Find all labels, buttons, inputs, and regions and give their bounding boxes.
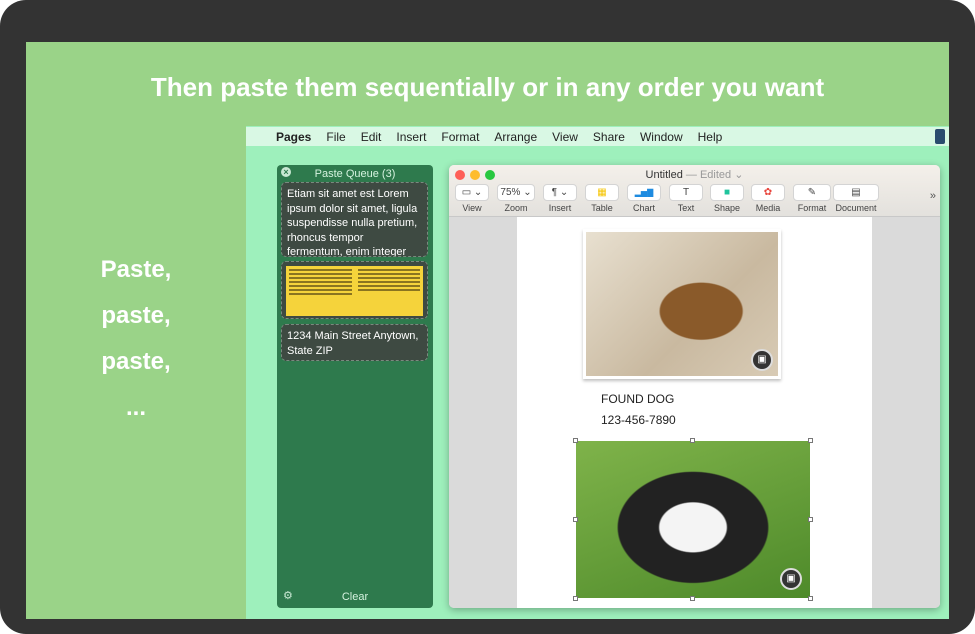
- edited-status[interactable]: — Edited ⌄: [686, 169, 744, 181]
- document-thumbnail: [286, 266, 423, 316]
- toolbar-media[interactable]: ✿ Media: [751, 184, 785, 213]
- headline: Then paste them sequentially or in any o…: [150, 72, 825, 102]
- toolbar-format[interactable]: ✎ Format: [793, 184, 831, 213]
- side-line: paste,: [101, 302, 171, 329]
- menu-app[interactable]: Pages: [276, 130, 311, 144]
- resize-handle[interactable]: [573, 517, 578, 522]
- clear-button[interactable]: Clear: [277, 591, 433, 603]
- document-canvas: ▣ FOUND DOG 123-456-7890 ▣: [449, 217, 940, 608]
- format-icon: ✎: [793, 184, 831, 201]
- menu-edit[interactable]: Edit: [361, 130, 382, 144]
- resize-handle[interactable]: [573, 438, 578, 443]
- paragraph-icon: ¶ ⌄: [543, 184, 577, 201]
- text-icon: T: [669, 184, 703, 201]
- resize-handle[interactable]: [690, 438, 695, 443]
- toolbar-overflow-button[interactable]: »: [930, 190, 936, 202]
- caption-phone[interactable]: 123-456-7890: [601, 413, 676, 427]
- window-title: Untitled — Edited ⌄: [449, 168, 940, 181]
- dog-image[interactable]: ▣: [573, 438, 813, 601]
- side-text: Paste, paste, paste, ...: [86, 247, 186, 431]
- document-page[interactable]: ▣ FOUND DOG 123-456-7890 ▣: [517, 217, 872, 608]
- side-line: Paste,: [100, 256, 172, 283]
- toolbar-view[interactable]: ▭ ⌄ View: [455, 184, 489, 213]
- toolbar-document[interactable]: ▤ Document: [833, 184, 879, 213]
- toolbar-shape[interactable]: ■ Shape: [710, 184, 744, 213]
- menu-share[interactable]: Share: [593, 130, 625, 144]
- device-frame: Then paste them sequentially or in any o…: [0, 0, 975, 634]
- pages-window: Untitled — Edited ⌄ ▭ ⌄ View 75% ⌄ Zoom ¶ …: [449, 165, 940, 608]
- close-icon[interactable]: ×: [281, 167, 291, 177]
- resize-handle[interactable]: [808, 517, 813, 522]
- caption-found-dog[interactable]: FOUND DOG: [601, 392, 674, 406]
- toolbar-label: Insert: [548, 203, 572, 213]
- side-line: paste,: [101, 348, 171, 375]
- giraffe-image[interactable]: ▣: [583, 229, 781, 379]
- toolbar-label: View: [462, 203, 482, 213]
- toolbar-label: Document: [835, 203, 877, 213]
- resize-handle[interactable]: [808, 596, 813, 601]
- resize-handle[interactable]: [573, 596, 578, 601]
- toolbar-zoom[interactable]: 75% ⌄ Zoom: [497, 184, 535, 213]
- side-line: ...: [125, 394, 146, 421]
- queue-item-document[interactable]: [281, 261, 428, 319]
- table-icon: ▦: [585, 184, 619, 201]
- media-placeholder-icon[interactable]: ▣: [780, 568, 802, 590]
- menu-arrange[interactable]: Arrange: [494, 130, 537, 144]
- document-name: Untitled: [645, 169, 683, 181]
- sidebar-icon: ▭ ⌄: [455, 184, 489, 201]
- document-icon: ▤: [833, 184, 879, 201]
- media-icon: ✿: [751, 184, 785, 201]
- zoom-select: 75% ⌄: [497, 184, 535, 201]
- queue-title: Paste Queue (3): [314, 168, 396, 180]
- menu-file[interactable]: File: [326, 130, 345, 144]
- shape-icon: ■: [710, 184, 744, 201]
- queue-item-text[interactable]: Etiam sit amet est Lorem ipsum dolor sit…: [281, 182, 428, 257]
- menu-insert[interactable]: Insert: [396, 130, 426, 144]
- menu-view[interactable]: View: [552, 130, 578, 144]
- menu-window[interactable]: Window: [640, 130, 683, 144]
- toolbar-label: Media: [755, 203, 781, 213]
- toolbar-label: Chart: [632, 203, 655, 213]
- clipboard-status-icon[interactable]: [935, 129, 945, 144]
- title-bar: Untitled — Edited ⌄ ▭ ⌄ View 75% ⌄ Zoom ¶ …: [449, 165, 940, 217]
- menu-bar: Pages File Edit Insert Format Arrange Vi…: [246, 127, 949, 146]
- toolbar-label: Text: [677, 203, 695, 213]
- toolbar-chart[interactable]: ▂▅▇ Chart: [627, 184, 661, 213]
- toolbar-label: Shape: [713, 203, 741, 213]
- toolbar-table[interactable]: ▦ Table: [585, 184, 619, 213]
- chart-icon: ▂▅▇: [627, 184, 661, 201]
- resize-handle[interactable]: [808, 438, 813, 443]
- paste-queue-panel: × Paste Queue (3) Etiam sit amet est Lor…: [277, 165, 433, 608]
- app-screenshot: Pages File Edit Insert Format Arrange Vi…: [246, 126, 949, 619]
- toolbar-insert[interactable]: ¶ ⌄ Insert: [543, 184, 577, 213]
- toolbar-label: Format: [797, 203, 827, 213]
- menu-help[interactable]: Help: [698, 130, 723, 144]
- menu-format[interactable]: Format: [441, 130, 479, 144]
- toolbar-label: Zoom: [504, 203, 528, 213]
- toolbar-text[interactable]: T Text: [669, 184, 703, 213]
- media-placeholder-icon[interactable]: ▣: [751, 349, 773, 371]
- toolbar-label: Table: [591, 203, 613, 213]
- queue-item-address[interactable]: 1234 Main Street Anytown, State ZIP: [281, 324, 428, 361]
- promo-stage: Then paste them sequentially or in any o…: [26, 42, 949, 619]
- resize-handle[interactable]: [690, 596, 695, 601]
